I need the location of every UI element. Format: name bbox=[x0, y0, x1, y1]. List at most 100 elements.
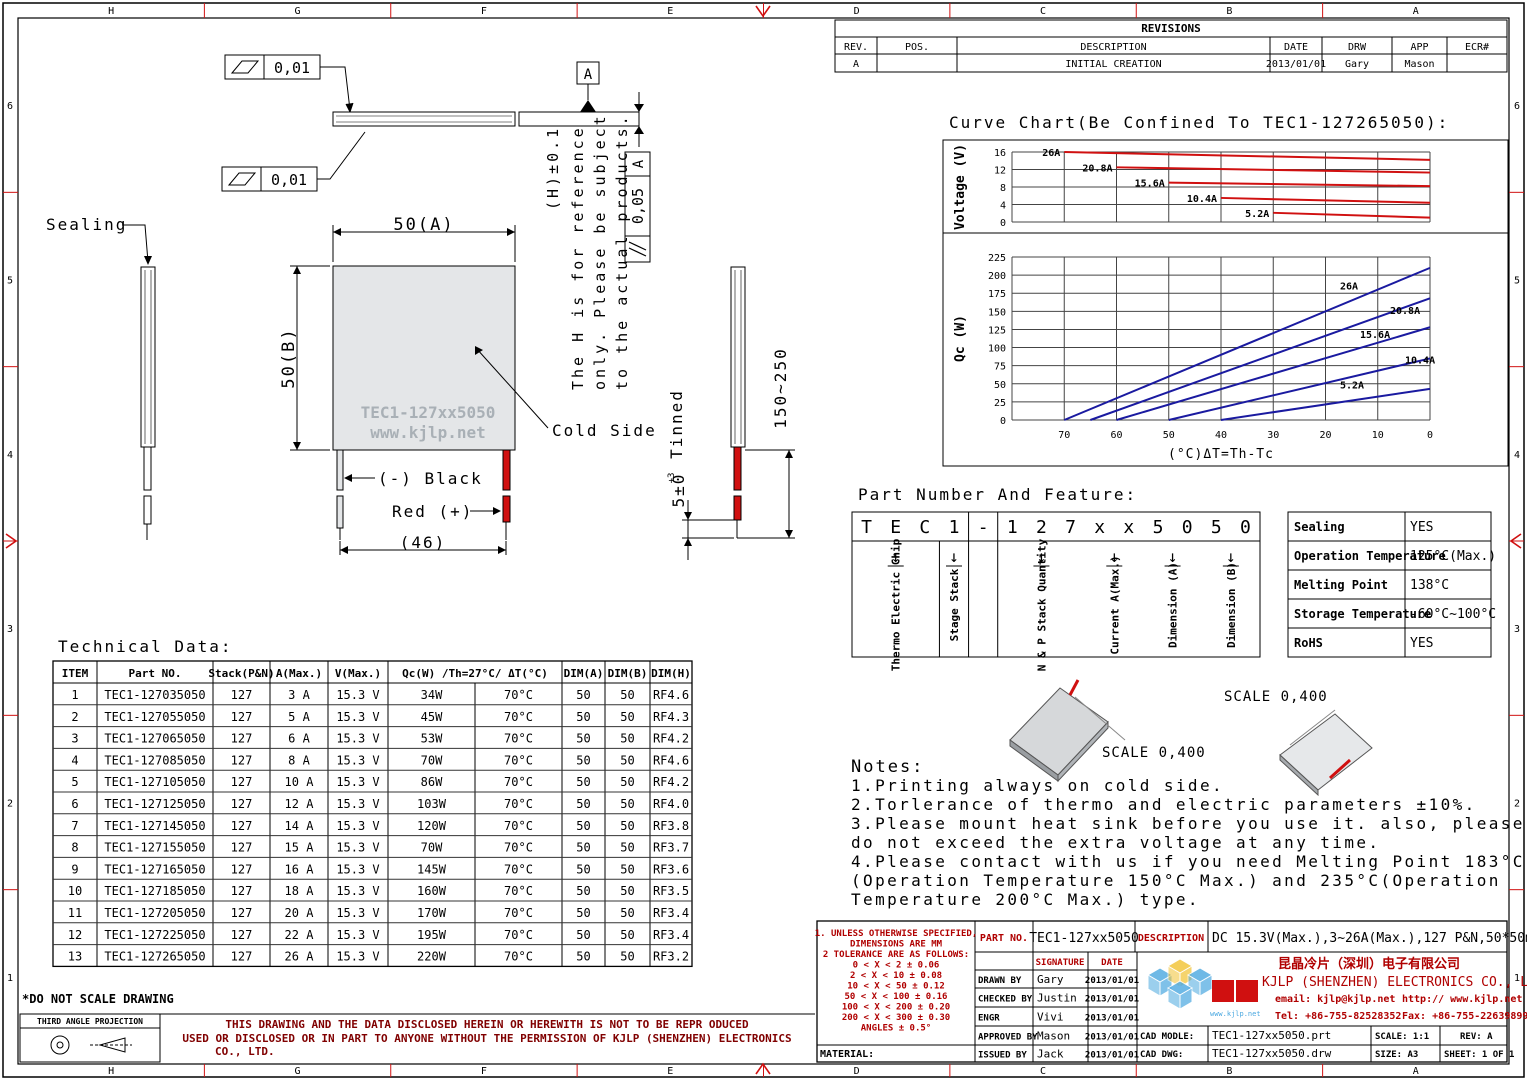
x-tick-label: 30 bbox=[1267, 430, 1279, 441]
part-number-char: 7 bbox=[1065, 517, 1076, 538]
material-label: MATERIAL: bbox=[820, 1049, 874, 1060]
part-number-char: E bbox=[890, 517, 901, 538]
tech-cell: 70°C bbox=[504, 710, 533, 724]
x-tick-label: 20 bbox=[1319, 430, 1331, 441]
part-number-caption: Current A(Max.) bbox=[1108, 555, 1121, 654]
part-number-char: 5 bbox=[1153, 517, 1164, 538]
tech-cell: 9 bbox=[71, 862, 78, 876]
tech-cell: 15 A bbox=[285, 841, 315, 855]
part-number-char: 0 bbox=[1240, 517, 1251, 538]
tech-cell: 70°C bbox=[504, 928, 533, 942]
part-number-char: 2 bbox=[1036, 517, 1047, 538]
tech-cell: 50 bbox=[620, 775, 634, 789]
revision-header: DRW bbox=[1348, 42, 1367, 53]
tech-cell: 50 bbox=[620, 862, 634, 876]
tech-cell: TEC1-127105050 bbox=[104, 775, 205, 789]
tech-cell: 70°C bbox=[504, 906, 533, 920]
tech-cell: 15.3 V bbox=[336, 797, 379, 811]
column-label: G bbox=[295, 1066, 301, 1077]
tech-cell: 127 bbox=[231, 841, 253, 855]
part-number-caption: N & P Stack Quantity bbox=[1035, 538, 1048, 671]
tech-cell: 15.3 V bbox=[336, 862, 379, 876]
feature-value: -60°C~100°C bbox=[1410, 607, 1496, 622]
signature-name: Vivi bbox=[1037, 1011, 1064, 1024]
revision-cell: 2013/01/01 bbox=[1266, 59, 1326, 70]
qc-chart: 225200175150125100755025070 60 50 40 30 20 10 0… bbox=[953, 253, 1435, 462]
feature-value: 125°C(Max.) bbox=[1410, 549, 1496, 564]
tech-cell: 127 bbox=[231, 950, 253, 964]
do-not-scale-note: *DO NOT SCALE DRAWING bbox=[22, 992, 174, 1006]
drawing-sheet: HHGGFFEEDDCCBBAA6 65 54 43 32 21 1 REVISIONS R… bbox=[2, 2, 1527, 1078]
iso-view-1: SCALE 0,400 bbox=[1009, 679, 1205, 783]
tech-cell: RF4.6 bbox=[653, 753, 689, 767]
tech-header: DIM(H) bbox=[651, 667, 691, 680]
series-label: 5.2A bbox=[1340, 380, 1364, 391]
tolerance-line: 100 < X < 200 ± 0.20 bbox=[842, 1003, 950, 1013]
tech-cell: 34W bbox=[421, 688, 443, 702]
signature-role: DRAWN BY bbox=[978, 976, 1022, 986]
y-axis-label: Voltage (V) bbox=[953, 144, 968, 230]
series-label: 26A bbox=[1042, 148, 1060, 159]
tech-cell: 50 bbox=[576, 688, 590, 702]
series-label: 20.8A bbox=[1082, 163, 1112, 174]
tech-cell: 160W bbox=[417, 884, 447, 898]
column-label: D bbox=[854, 6, 860, 17]
tech-cell: 50 bbox=[576, 884, 590, 898]
y-axis-label: Qc (W) bbox=[953, 315, 968, 362]
tech-cell: 127 bbox=[231, 688, 253, 702]
tech-cell: 4 bbox=[71, 753, 78, 767]
tech-cell: 20 A bbox=[285, 906, 315, 920]
y-tick-label: 225 bbox=[988, 253, 1006, 264]
tech-cell: 70W bbox=[421, 841, 443, 855]
cad-model-value: TEC1-127xx5050.prt bbox=[1212, 1029, 1331, 1042]
y-tick-label: 175 bbox=[988, 289, 1006, 300]
tech-cell: 26 A bbox=[285, 950, 315, 964]
column-label: G bbox=[295, 6, 301, 17]
signature-name: Gary bbox=[1037, 973, 1064, 986]
series-label: 20.8A bbox=[1390, 306, 1420, 317]
y-tick-label: 8 bbox=[1000, 183, 1006, 194]
series-label: 5.2A bbox=[1245, 209, 1269, 220]
tech-cell: TEC1-127185050 bbox=[104, 884, 205, 898]
company-email: email: kjlp@kjlp.net bbox=[1275, 993, 1395, 1005]
tinned-label: Tinned bbox=[667, 389, 686, 459]
tech-cell: 10 A bbox=[285, 775, 315, 789]
column-label: A bbox=[1413, 6, 1419, 17]
revision-header: REV. bbox=[844, 42, 868, 53]
part-number-char: - bbox=[978, 517, 989, 538]
svg-text:only. Please be subject: only. Please be subject bbox=[591, 113, 609, 390]
disclaimer-line-2: USED OR DISCLOSED OR IN PART TO ANYONE W… bbox=[182, 1032, 791, 1045]
lead-spacing-dimension: (46) bbox=[400, 533, 447, 552]
flatness-value-bottom: 0,01 bbox=[271, 171, 307, 189]
tech-cell: RF4.2 bbox=[653, 775, 689, 789]
x-tick-label: 60 bbox=[1110, 430, 1122, 441]
signature-name: Jack bbox=[1037, 1048, 1064, 1061]
y-tick-label: 25 bbox=[994, 398, 1006, 409]
cad-dwg-value: TEC1-127xx5050.drw bbox=[1212, 1047, 1332, 1060]
tech-cell: TEC1-127065050 bbox=[104, 732, 205, 746]
tech-cell: 50 bbox=[620, 841, 634, 855]
revision-cell: A bbox=[853, 59, 859, 70]
y-tick-label: 75 bbox=[994, 362, 1006, 373]
tech-cell: RF4.2 bbox=[653, 732, 689, 746]
part-number-char: 1 bbox=[949, 517, 960, 538]
x-tick-label: 50 bbox=[1163, 430, 1175, 441]
tech-cell: 127 bbox=[231, 775, 253, 789]
tolerance-line: ANGLES ± 0.5° bbox=[861, 1024, 931, 1034]
tech-cell: TEC1-127145050 bbox=[104, 819, 205, 833]
series-label: 26A bbox=[1340, 281, 1358, 292]
x-tick-label: 10 bbox=[1372, 430, 1384, 441]
series-label: 15.6A bbox=[1360, 330, 1390, 341]
signature-role: ENGR bbox=[978, 1014, 1000, 1024]
svg-text:A: A bbox=[631, 159, 647, 168]
note-line: 3.Please mount heat sink before you use … bbox=[851, 814, 1525, 833]
tech-cell: 70°C bbox=[504, 688, 533, 702]
feature-table: Sealing YESOperation Temperature125°C(Max… bbox=[1287, 511, 1496, 658]
tech-cell: 127 bbox=[231, 884, 253, 898]
tech-cell: 70°C bbox=[504, 884, 533, 898]
flatness-frame-top: 0,01 bbox=[224, 54, 354, 114]
tech-cell: 6 bbox=[71, 797, 78, 811]
tech-cell: 50 bbox=[576, 775, 590, 789]
description-value: DC 15.3V(Max.),3~26A(Max.),127 P&N,50*50… bbox=[1212, 931, 1527, 946]
y-tick-label: 0 bbox=[1000, 416, 1006, 427]
